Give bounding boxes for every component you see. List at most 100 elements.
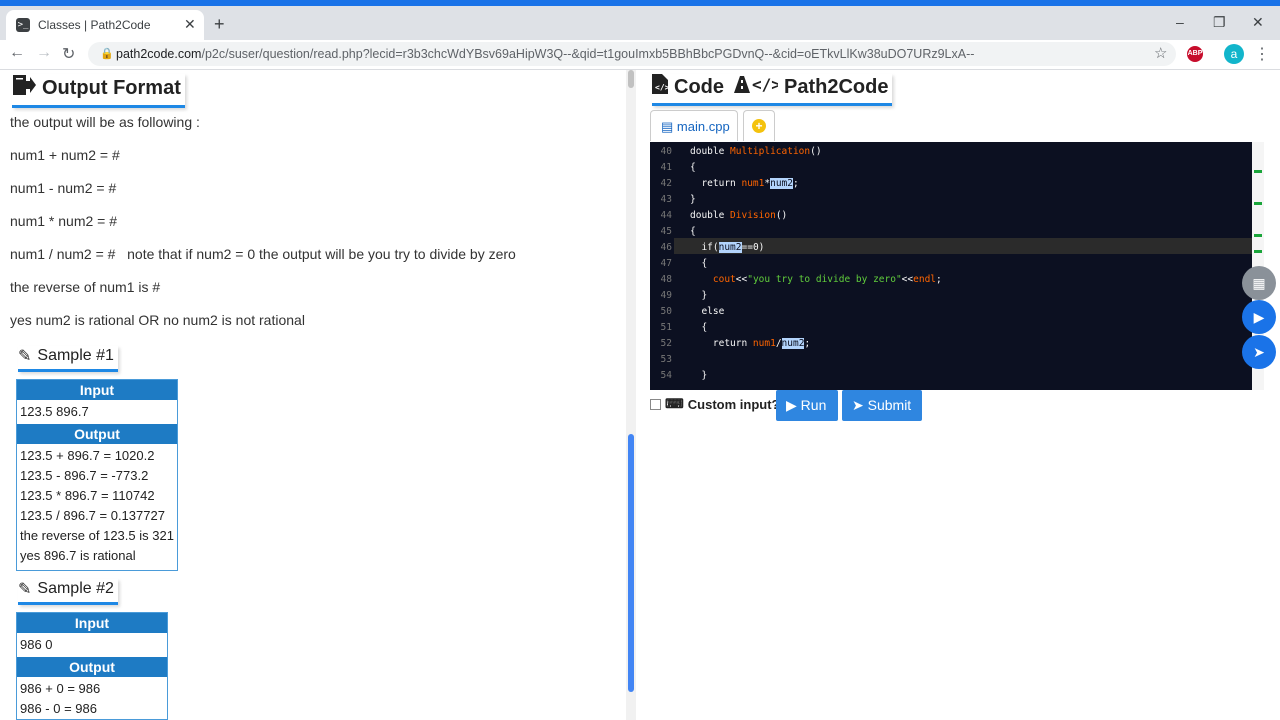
line-number: 44 <box>660 210 672 221</box>
submit-button[interactable]: ➤ Submit <box>842 390 922 421</box>
code-token: Division <box>730 210 776 221</box>
sample1-header: ✎ Sample #1 <box>18 346 118 372</box>
code-token: } <box>690 370 708 381</box>
sample1-output-line: 123.5 * 896.7 = 110742 <box>20 488 155 503</box>
file-code-icon: ▤ <box>661 119 674 134</box>
code-token: { <box>690 258 708 269</box>
terminal-icon: >_ <box>16 18 30 32</box>
line-number: 53 <box>660 354 672 365</box>
url-input[interactable]: 🔒 path2code.com/p2c/suser/question/read.… <box>88 42 1176 66</box>
code-token: return <box>690 178 742 189</box>
line-number: 48 <box>660 274 672 285</box>
code-token: << <box>735 274 748 285</box>
sample2-input-label: Input <box>17 613 167 633</box>
custom-input-label: Custom input? <box>687 396 780 412</box>
sample1-input-label: Input <box>17 380 177 400</box>
line-number: 45 <box>660 226 672 237</box>
code-line-45: 45 { <box>650 224 696 240</box>
run-button[interactable]: ▶ Run <box>776 390 838 421</box>
code-token: () <box>775 210 788 221</box>
code-token: num1 <box>741 178 765 189</box>
sample1-output-label: Output <box>17 424 177 444</box>
menu-icon[interactable]: ⋮ <box>1254 44 1270 64</box>
code-token: cout <box>712 274 736 285</box>
code-line-53: 53 <box>650 352 690 368</box>
code-token: } <box>690 194 696 205</box>
brand-title: Path2Code <box>784 75 889 98</box>
code-line-54: 54 } <box>650 368 708 384</box>
road-code-icon: </> <box>732 74 781 100</box>
calculator-float-icon[interactable]: ▦ <box>1242 266 1276 300</box>
line-number: 42 <box>660 178 672 189</box>
sample2-table: Input 986 0 Output 986 + 0 = 986 986 - 0… <box>16 612 168 720</box>
sample1-output-line: 123.5 - 896.7 = -773.2 <box>20 468 149 483</box>
code-editor[interactable]: 40 double Multiplication() 41 { 42 return … <box>650 142 1262 390</box>
problem-panel: Output Format the output will be as foll… <box>0 70 626 720</box>
svg-text:</>: </> <box>752 75 778 94</box>
pencil-icon: ✎ <box>18 581 32 598</box>
sample1-output-line: 123.5 + 896.7 = 1020.2 <box>20 448 155 463</box>
code-token: { <box>690 322 708 333</box>
profile-avatar[interactable]: a <box>1224 44 1244 64</box>
code-token: endl <box>913 274 937 285</box>
url-host: path2code.com <box>116 47 202 61</box>
close-window-icon[interactable]: ✕ <box>1252 14 1264 31</box>
code-line-40: 40 double Multiplication() <box>650 144 822 160</box>
format-line: num1 - num2 = # <box>10 180 117 196</box>
new-tab-icon[interactable]: + <box>214 14 225 35</box>
keyboard-icon: ⌨ <box>665 396 684 411</box>
line-number: 50 <box>660 306 672 317</box>
code-token: ; <box>936 274 942 285</box>
maximize-icon[interactable]: ❐ <box>1213 14 1226 31</box>
reload-icon[interactable]: ↻ <box>62 44 75 64</box>
code-token: if( <box>690 242 719 253</box>
close-tab-icon[interactable]: ✕ <box>184 16 196 33</box>
custom-input-checkbox[interactable] <box>650 398 661 410</box>
line-number: 46 <box>660 242 672 253</box>
code-line-51: 51 { <box>650 320 708 336</box>
code-line-42: 42 return num1*num2; <box>650 176 799 192</box>
browser-tab[interactable]: >_ Classes | Path2Code ✕ <box>6 10 204 40</box>
add-file-button[interactable]: + <box>743 110 775 141</box>
code-token-highlight: num2 <box>781 338 805 349</box>
file-tab-main[interactable]: ▤ main.cpp <box>650 110 738 141</box>
code-token: num1 <box>752 338 776 349</box>
url-path: /p2c/suser/question/read.php?lecid=r3b3c… <box>201 47 975 61</box>
code-title: Code <box>674 75 724 98</box>
code-line-52: 52 return num1/num2; <box>650 336 810 352</box>
code-header: </> Code </> Path2Code <box>652 74 893 106</box>
format-line: num1 + num2 = # <box>10 147 120 163</box>
left-scrollbar[interactable] <box>626 70 636 720</box>
custom-input-toggle[interactable]: ⌨ Custom input? <box>650 396 779 412</box>
lock-icon: 🔒 <box>100 48 114 60</box>
pencil-icon: ✎ <box>18 348 32 365</box>
line-number: 41 <box>660 162 672 173</box>
sample2-output-line: 986 + 0 = 986 <box>20 681 101 696</box>
sample2-input: 986 0 <box>20 637 53 652</box>
code-token: ==0) <box>741 242 765 253</box>
run-button-label: Run <box>800 397 827 413</box>
minimize-icon[interactable]: – <box>1176 14 1184 30</box>
adblock-icon[interactable]: ABP <box>1187 46 1203 62</box>
code-line-50: 50 else <box>650 304 725 320</box>
code-token: double <box>690 146 731 157</box>
sample1-output-line: 123.5 / 896.7 = 0.137727 <box>20 508 165 523</box>
code-panel: </> Code </> Path2Code ▤ main.cpp + 40 do… <box>648 70 1280 720</box>
scroll-marker <box>1254 170 1262 173</box>
code-line-44: 44 double Division() <box>650 208 788 224</box>
play-float-icon[interactable]: ▶ <box>1242 300 1276 334</box>
scroll-marker <box>1254 250 1262 253</box>
sample1-output-line: the reverse of 123.5 is 321 <box>20 528 174 543</box>
file-tab-label: main.cpp <box>676 119 730 134</box>
forward-icon[interactable]: → <box>36 44 52 62</box>
code-line-47: 47 { <box>650 256 708 272</box>
svg-text:</>: </> <box>655 83 668 92</box>
back-icon[interactable]: ← <box>9 44 25 62</box>
bookmark-star-icon[interactable]: ☆ <box>1154 44 1167 62</box>
code-token: { <box>690 226 696 237</box>
address-bar-row: ← → ↻ 🔒 path2code.com/p2c/suser/question… <box>0 40 1280 70</box>
code-token: << <box>901 274 914 285</box>
send-float-icon[interactable]: ➤ <box>1242 335 1276 369</box>
scrollbar-thumb[interactable] <box>628 434 634 692</box>
